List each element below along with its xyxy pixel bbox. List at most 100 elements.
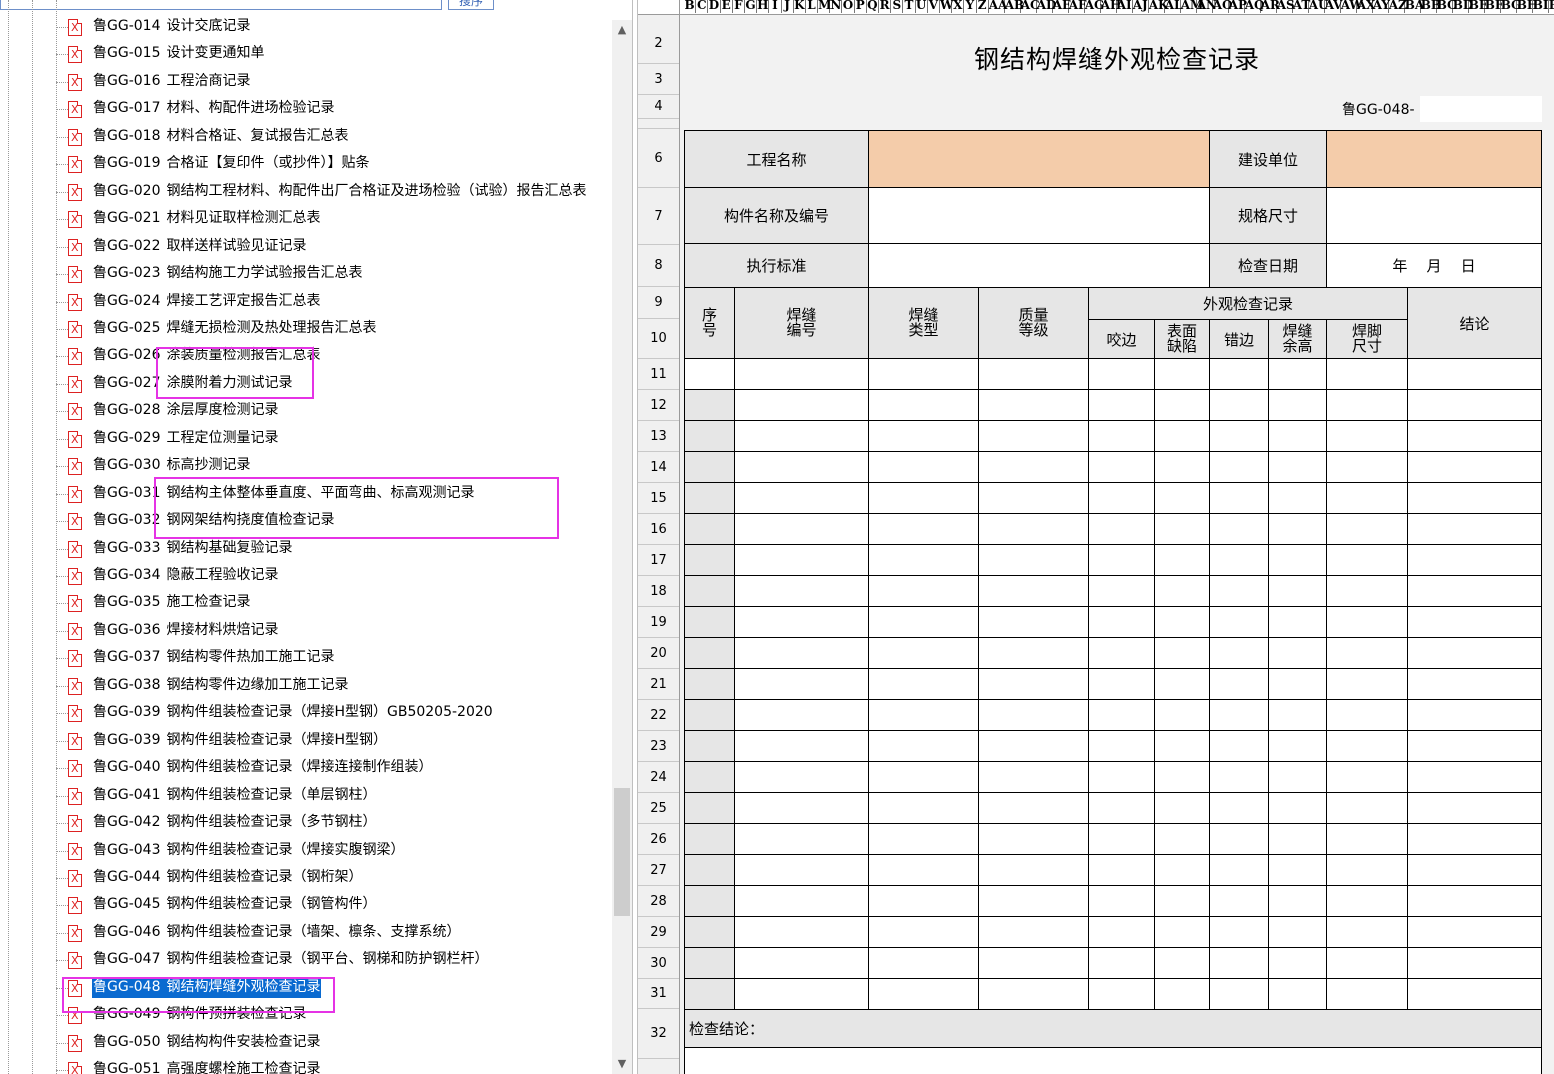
tree-item-label[interactable]: 鲁GG-022 取样送样试验见证记录: [92, 236, 307, 257]
form-cell[interactable]: [1209, 482, 1269, 514]
column-letter[interactable]: AG: [1085, 0, 1104, 13]
row-number[interactable]: 15: [638, 483, 679, 514]
row-number[interactable]: 20: [638, 638, 679, 669]
form-cell[interactable]: [1268, 885, 1327, 917]
column-letter[interactable]: F: [733, 0, 745, 13]
form-cell[interactable]: [978, 761, 1089, 793]
form-cell[interactable]: [734, 668, 869, 700]
tree-item[interactable]: 鲁GG-036 焊接材料烘焙记录: [0, 617, 612, 644]
row-number[interactable]: 32: [638, 1009, 679, 1059]
form-cell[interactable]: [1209, 668, 1269, 700]
form-cell[interactable]: [684, 606, 735, 638]
tree-item[interactable]: 鲁GG-040 钢构件组装检查记录（焊接连接制作组装）: [0, 754, 612, 781]
form-cell[interactable]: [868, 730, 979, 762]
tree-item[interactable]: 鲁GG-051 高强度螺栓施工检查记录: [0, 1056, 612, 1074]
tree-item-label[interactable]: 鲁GG-024 焊接工艺评定报告汇总表: [92, 291, 321, 312]
form-cell[interactable]: [978, 699, 1089, 731]
form-cell[interactable]: [868, 420, 979, 452]
tree-item[interactable]: 鲁GG-014 设计交底记录: [0, 13, 612, 40]
form-cell[interactable]: [1326, 823, 1408, 855]
form-cell[interactable]: [868, 885, 979, 917]
tree-item[interactable]: 鲁GG-018 材料合格证、复试报告汇总表: [0, 123, 612, 150]
form-cell[interactable]: [684, 730, 735, 762]
form-cell[interactable]: [734, 854, 869, 886]
tree-item-label[interactable]: 鲁GG-034 隐蔽工程验收记录: [92, 565, 279, 586]
tree-item[interactable]: 鲁GG-043 钢构件组装检查记录（焊接实腹钢梁）: [0, 837, 612, 864]
column-letter[interactable]: X: [952, 0, 965, 13]
form-cell[interactable]: [1088, 699, 1155, 731]
tree-item[interactable]: 鲁GG-025 焊缝无损检测及热处理报告汇总表: [0, 315, 612, 342]
form-cell[interactable]: [1268, 854, 1327, 886]
form-cell[interactable]: [684, 358, 735, 390]
form-cell[interactable]: [1407, 606, 1542, 638]
form-cell[interactable]: [1209, 575, 1269, 607]
row-number[interactable]: 19: [638, 607, 679, 638]
form-cell[interactable]: [1088, 854, 1155, 886]
form-cell[interactable]: [1268, 823, 1327, 855]
form-cell[interactable]: [1407, 389, 1542, 421]
form-cell[interactable]: [1407, 482, 1542, 514]
form-cell[interactable]: [1209, 885, 1269, 917]
form-cell[interactable]: [734, 699, 869, 731]
column-letter[interactable]: AN: [1197, 0, 1217, 13]
tree-item-label[interactable]: 鲁GG-037 钢结构零件热加工施工记录: [92, 647, 335, 668]
form-cell[interactable]: [978, 544, 1089, 576]
tree-item-label[interactable]: 鲁GG-035 施工检查记录: [92, 592, 251, 613]
form-cell[interactable]: [978, 885, 1089, 917]
form-cell[interactable]: [978, 823, 1089, 855]
column-letter[interactable]: AO: [1213, 0, 1232, 13]
column-letter[interactable]: BE: [1469, 0, 1488, 13]
form-cell[interactable]: [1407, 978, 1542, 1010]
column-letter[interactable]: BC: [1437, 0, 1457, 13]
tree-item[interactable]: 鲁GG-017 材料、构配件进场检验记录: [0, 95, 612, 122]
form-cell[interactable]: [1326, 544, 1408, 576]
scroll-up-icon[interactable]: ▲: [612, 20, 632, 40]
form-cell[interactable]: [1088, 637, 1155, 669]
form-cell[interactable]: [1407, 761, 1542, 793]
column-letter[interactable]: Y: [964, 0, 977, 13]
form-cell[interactable]: [868, 947, 979, 979]
doc-number-input[interactable]: [1420, 96, 1542, 122]
row-number[interactable]: 25: [638, 793, 679, 824]
form-cell[interactable]: [1154, 544, 1210, 576]
form-cell[interactable]: [1154, 513, 1210, 545]
form-cell[interactable]: [1326, 947, 1408, 979]
form-cell[interactable]: [1407, 668, 1542, 700]
column-letter[interactable]: AH: [1101, 0, 1121, 13]
form-cell[interactable]: [684, 947, 735, 979]
form-cell[interactable]: [1407, 854, 1542, 886]
column-letter[interactable]: H: [757, 0, 770, 13]
column-letter[interactable]: AE: [1053, 0, 1071, 13]
tree-item-label[interactable]: 鲁GG-025 焊缝无损检测及热处理报告汇总表: [92, 318, 377, 339]
form-cell[interactable]: [1268, 730, 1327, 762]
form-cell[interactable]: [1154, 358, 1210, 390]
tree-item[interactable]: 鲁GG-045 钢构件组装检查记录（钢管构件）: [0, 891, 612, 918]
form-cell[interactable]: [1326, 513, 1408, 545]
form-cell[interactable]: [1407, 792, 1542, 824]
form-cell[interactable]: [1326, 606, 1408, 638]
tree-item[interactable]: 鲁GG-020 钢结构工程材料、构配件出厂合格证及进场检验（试验）报告汇总表: [0, 178, 612, 205]
form-cell[interactable]: [1326, 482, 1408, 514]
search-button[interactable]: 搜序: [448, 0, 494, 10]
form-cell[interactable]: [868, 761, 979, 793]
tree-item[interactable]: 鲁GG-030 标高抄测记录: [0, 452, 612, 479]
form-cell[interactable]: [1088, 978, 1155, 1010]
tree-item-label[interactable]: 鲁GG-051 高强度螺栓施工检查记录: [92, 1059, 321, 1074]
form-cell[interactable]: [978, 978, 1089, 1010]
form-cell[interactable]: [1154, 668, 1210, 700]
form-cell[interactable]: [1326, 978, 1408, 1010]
form-cell[interactable]: [1088, 668, 1155, 700]
form-cell[interactable]: [868, 916, 979, 948]
form-cell[interactable]: [734, 823, 869, 855]
column-letter[interactable]: J: [782, 0, 794, 13]
tree-item-label[interactable]: 鲁GG-033 钢结构基础复验记录: [92, 538, 293, 559]
form-cell[interactable]: [1326, 854, 1408, 886]
column-letter[interactable]: BD: [1453, 0, 1473, 13]
row-number[interactable]: 9: [638, 287, 679, 319]
tree-item-label[interactable]: 鲁GG-038 钢结构零件边缘加工施工记录: [92, 675, 349, 696]
row-number[interactable]: 6: [638, 129, 679, 188]
form-cell[interactable]: [1407, 947, 1542, 979]
form-cell[interactable]: [868, 668, 979, 700]
row-number[interactable]: 17: [638, 545, 679, 576]
form-cell[interactable]: [868, 854, 979, 886]
